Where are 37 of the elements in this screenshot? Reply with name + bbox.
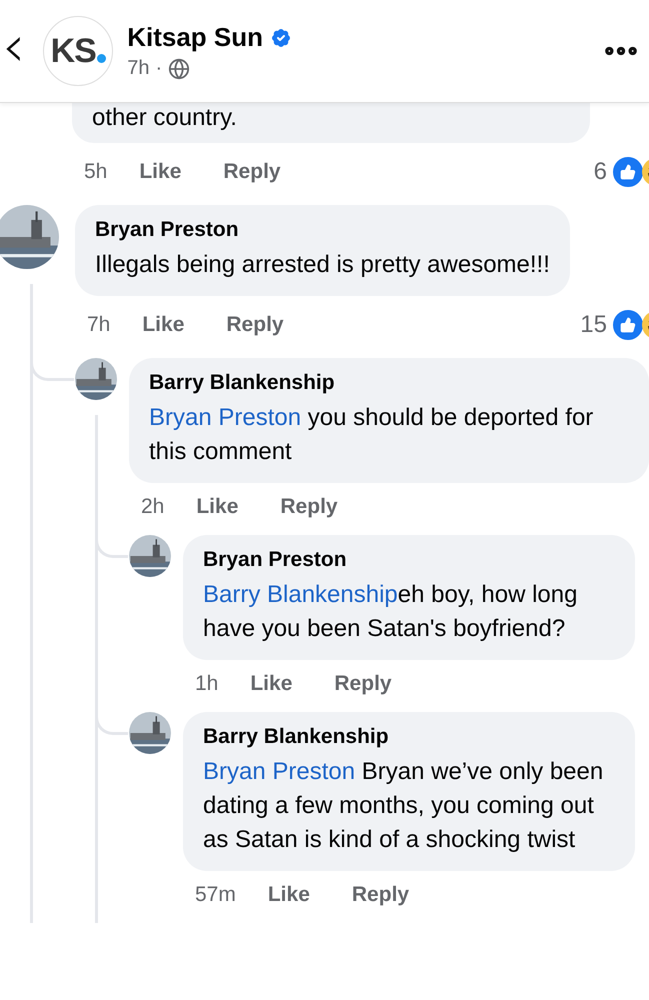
logo-text: KS bbox=[50, 32, 96, 70]
comment-time: 7h bbox=[87, 313, 110, 337]
comment-time: 57m bbox=[195, 883, 236, 907]
reaction-count: 15 bbox=[580, 311, 607, 339]
comment-time: 5h bbox=[84, 160, 108, 184]
mention-link[interactable]: Bryan Preston bbox=[203, 758, 356, 785]
comment-text: other country. bbox=[92, 103, 238, 133]
comment-time: 2h bbox=[141, 495, 164, 519]
mention-link[interactable]: Barry Blankenship bbox=[203, 581, 398, 608]
commenter-name[interactable]: Barry Blankenship bbox=[149, 371, 629, 395]
comment-text: Barry Blankenshipeh boy, how long have you been Satan's boyfriend? bbox=[203, 580, 578, 644]
comment-text: Bryan Preston Bryan we’ve only been dating a few months, you coming out as Satan is kind of a shocking twist bbox=[203, 757, 604, 855]
reply-button[interactable]: Reply bbox=[342, 883, 420, 907]
like-button[interactable]: Like bbox=[132, 313, 194, 337]
globe-icon bbox=[168, 58, 190, 80]
separator-dot: · bbox=[155, 57, 162, 80]
reply-button[interactable]: Reply bbox=[216, 313, 294, 337]
page-title[interactable]: Kitsap Sun bbox=[127, 22, 263, 53]
back-button[interactable]: ‹ bbox=[0, 17, 36, 85]
logo-dot-icon bbox=[96, 54, 106, 63]
post-time: 7h bbox=[127, 57, 150, 80]
comment-time: 1h bbox=[195, 672, 218, 696]
reaction-count: 6 bbox=[594, 158, 607, 186]
reply-button[interactable]: Reply bbox=[213, 160, 291, 184]
mention-link[interactable]: Bryan Preston bbox=[149, 404, 302, 431]
like-button[interactable]: Like bbox=[129, 160, 192, 184]
comment-text: Illegals being arrested is pretty awesome!!! bbox=[95, 250, 550, 280]
commenter-name[interactable]: Barry Blankenship bbox=[203, 725, 615, 749]
page-logo[interactable]: KS bbox=[43, 16, 114, 86]
commenter-name[interactable]: Bryan Preston bbox=[203, 548, 615, 572]
reply-button[interactable]: Reply bbox=[324, 672, 402, 696]
like-button[interactable]: Like bbox=[258, 883, 320, 907]
reply-button[interactable]: Reply bbox=[270, 495, 348, 519]
like-button[interactable]: Like bbox=[240, 672, 302, 696]
comment-text: Bryan Preston you should be deported for this comment bbox=[149, 403, 594, 467]
like-button[interactable]: Like bbox=[186, 495, 248, 519]
commenter-name[interactable]: Bryan Preston bbox=[95, 218, 550, 242]
